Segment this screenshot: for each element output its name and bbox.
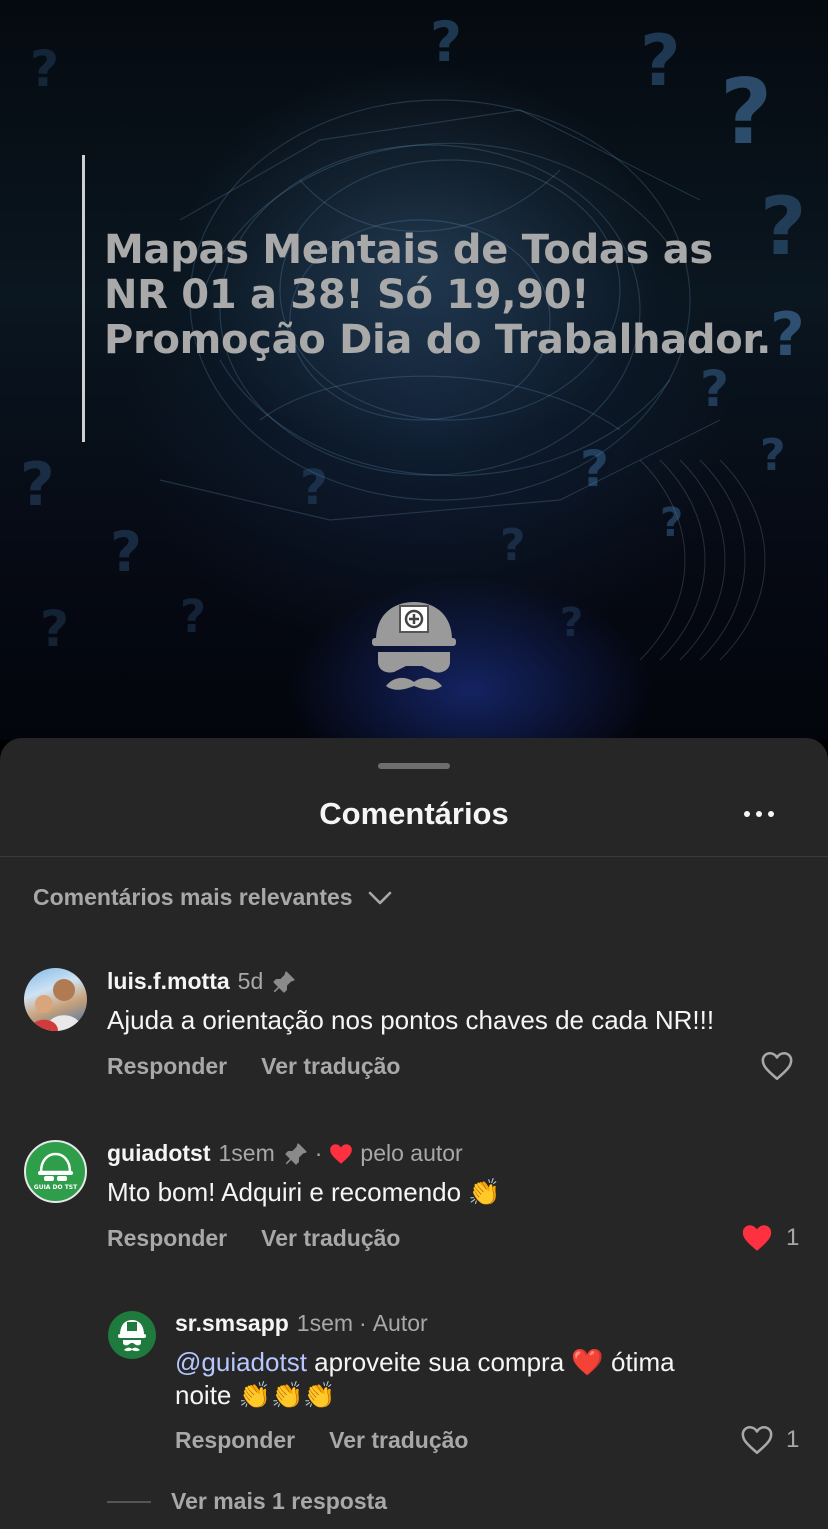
heart-filled-icon — [330, 1143, 353, 1164]
heart-icon — [761, 1051, 793, 1081]
pin-icon — [285, 1142, 307, 1165]
comment-text: Ajuda a orientação nos pontos chaves de … — [107, 1005, 715, 1035]
thread-line — [107, 1500, 151, 1503]
avatar-photo — [30, 979, 82, 1031]
comment-actions: Responder Ver tradução — [107, 1225, 400, 1252]
comment-time: 1sem — [218, 1140, 275, 1166]
comment-text-line-2: noite 👏👏👏 — [175, 1380, 336, 1410]
post-image[interactable]: ? ? ? ? ? ? ? ? ? ? ? ? ? ? ? ? ? Mapas … — [0, 0, 828, 740]
sheet-drag-handle[interactable] — [378, 763, 450, 769]
sr-smsapp-logo-icon — [118, 1320, 146, 1352]
reply-button[interactable]: Responder — [107, 1225, 227, 1252]
translate-button[interactable]: Ver tradução — [329, 1427, 468, 1454]
heart-filled-icon — [742, 1225, 772, 1251]
mention-link[interactable]: @guiadotst — [175, 1347, 307, 1377]
headline-line-3: Promoção Dia do Trabalhador. — [104, 317, 772, 363]
more-icon — [744, 811, 750, 817]
view-more-replies-label: Ver mais 1 resposta — [171, 1488, 388, 1514]
comment-meta: guiadotst 1sem · pelo autor — [107, 1140, 463, 1167]
headline-line-2: NR 01 a 38! Só 19,90! — [104, 272, 590, 318]
sheet-title: Comentários — [319, 796, 509, 831]
like-button[interactable] — [760, 1050, 794, 1082]
sort-dropdown[interactable]: Comentários mais relevantes — [33, 884, 393, 911]
liked-by-author-label: pelo autor — [360, 1140, 463, 1166]
like-count: 1 — [786, 1426, 800, 1453]
comment-time: 5d — [237, 968, 264, 994]
heart-icon — [741, 1425, 773, 1455]
avatar[interactable] — [108, 1311, 156, 1359]
avatar[interactable] — [24, 968, 87, 1031]
like-count: 1 — [786, 1224, 800, 1251]
avatar[interactable]: GUIA DO TST — [24, 1140, 87, 1203]
svg-text:GUIA DO TST: GUIA DO TST — [34, 1184, 78, 1191]
author-badge: Autor — [372, 1310, 428, 1336]
comment-meta: luis.f.motta 5d — [107, 968, 297, 995]
headline-accent-bar — [82, 155, 85, 442]
comment-time: 1sem — [296, 1310, 354, 1336]
comment-username[interactable]: luis.f.motta — [107, 968, 230, 995]
guia-do-tst-logo-icon: GUIA DO TST — [34, 1152, 78, 1191]
comment-username[interactable]: sr.smsapp — [175, 1310, 289, 1337]
comment-actions: Responder Ver tradução — [175, 1427, 468, 1454]
meta-separator: · — [359, 1310, 367, 1336]
like-button[interactable]: 1 — [740, 1222, 799, 1254]
divider — [0, 856, 828, 857]
comment-actions: Responder Ver tradução — [107, 1053, 400, 1080]
like-button[interactable]: 1 — [740, 1424, 799, 1456]
view-more-replies-button[interactable]: Ver mais 1 resposta — [107, 1488, 387, 1515]
comment-username[interactable]: guiadotst — [107, 1140, 211, 1167]
post-headline: Mapas Mentais de Todas as NR 01 a 38! Só… — [104, 228, 824, 363]
brand-logo-icon — [372, 602, 456, 690]
headline-line-1: Mapas Mentais de Todas as — [104, 227, 713, 273]
chevron-down-icon — [368, 891, 391, 904]
comment-text: Mto bom! Adquiri e recomendo 👏 — [107, 1177, 501, 1207]
reply-button[interactable]: Responder — [175, 1427, 295, 1454]
sort-label: Comentários mais relevantes — [33, 884, 353, 910]
comment-text-line-1: aproveite sua compra ❤️ ótima — [306, 1347, 675, 1377]
more-icon-dot — [756, 811, 762, 817]
comment-text: @guiadotst aproveite sua compra ❤️ ótima… — [175, 1346, 795, 1412]
translate-button[interactable]: Ver tradução — [261, 1225, 400, 1252]
more-options-button[interactable] — [744, 808, 784, 820]
reply-button[interactable]: Responder — [107, 1053, 227, 1080]
meta-separator: · — [314, 1140, 323, 1166]
translate-button[interactable]: Ver tradução — [261, 1053, 400, 1080]
pin-icon — [273, 970, 295, 993]
more-icon-dot — [768, 811, 774, 817]
comment-meta: sr.smsapp 1sem · Autor — [175, 1310, 428, 1337]
